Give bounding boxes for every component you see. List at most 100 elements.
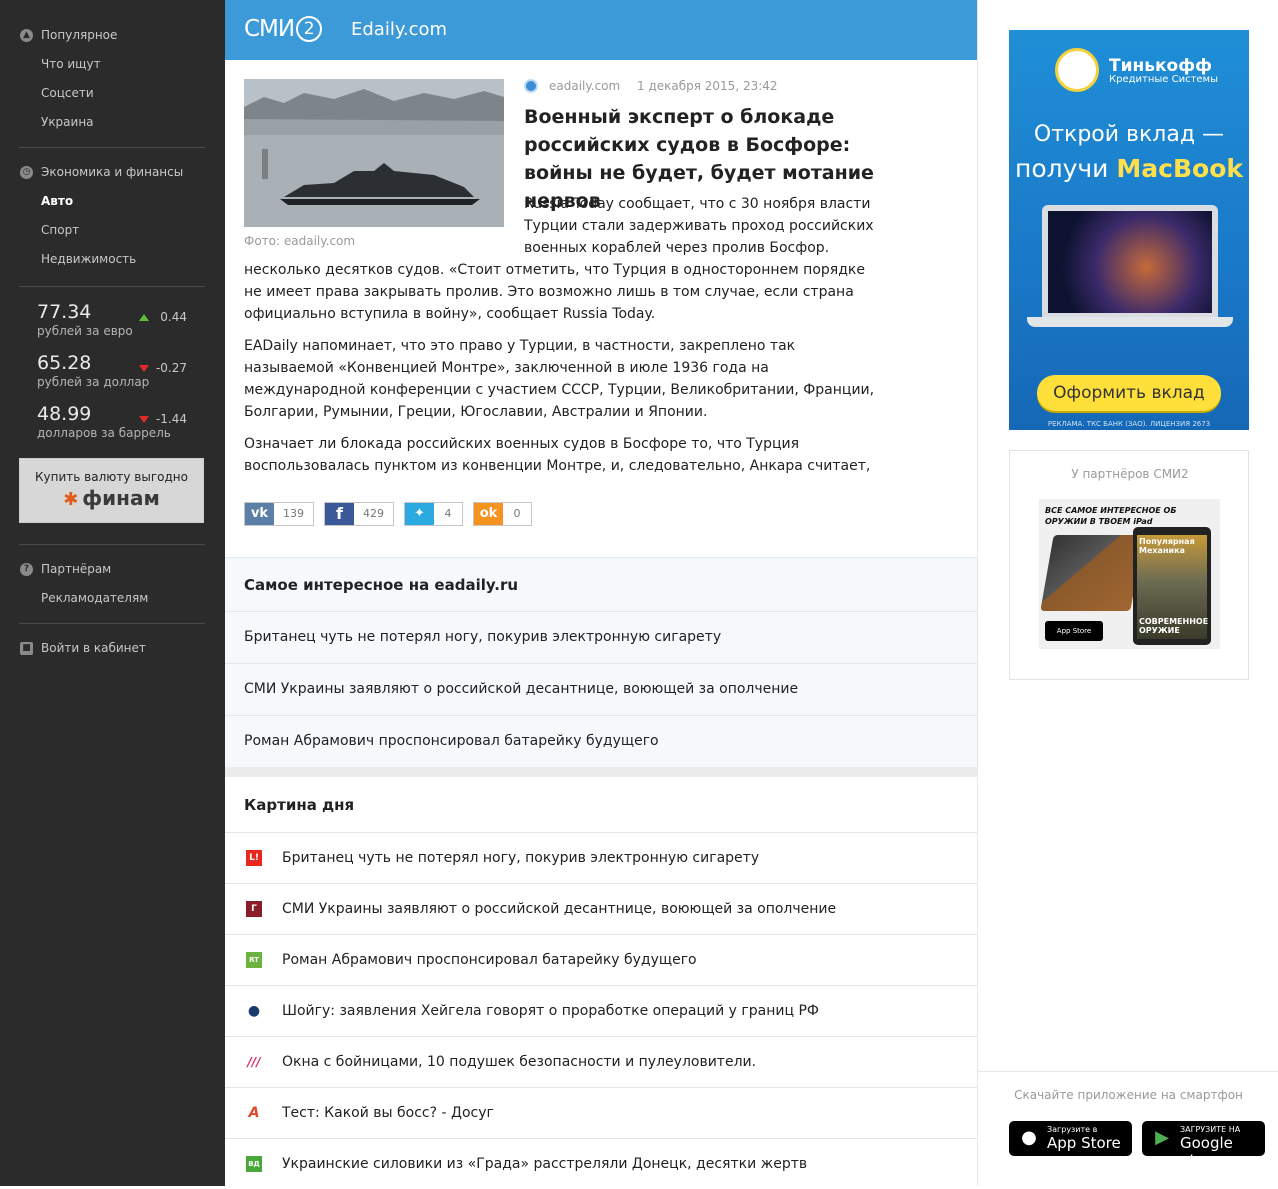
googleplay-button[interactable]: ▶ ЗАГРУЗИТЕ НА Google play xyxy=(1142,1121,1265,1170)
list-item[interactable]: RT Роман Абрамович проспонсировал батаре… xyxy=(225,934,977,985)
aif-logo-icon: А xyxy=(248,1105,260,1121)
share-facebook-button[interactable]: f 429 xyxy=(324,502,394,526)
sidebar-item-partners[interactable]: Партнёрам xyxy=(41,559,111,579)
finam-ad-button[interactable]: Купить валюту выгодно ✱ финам xyxy=(19,458,204,523)
sidebar-item-sport[interactable]: Спорт xyxy=(41,220,79,240)
list-item[interactable]: Г СМИ Украины заявляют о российской деса… xyxy=(225,883,977,934)
laptop-base xyxy=(1027,317,1233,327)
sidebar-item-auto[interactable]: Авто xyxy=(41,191,73,211)
vd-logo-icon: ВД xyxy=(246,1156,262,1172)
share-count: 429 xyxy=(363,507,384,520)
rate-change: -0.27 xyxy=(155,361,187,375)
article-date: 1 декабря 2015, 23:42 xyxy=(637,79,778,93)
question-icon: ? xyxy=(20,563,33,576)
list-item[interactable]: Британец чуть не потерял ногу, покурив э… xyxy=(225,611,977,663)
section-gap xyxy=(225,767,977,777)
rate-change: -1.44 xyxy=(155,412,187,426)
article-source[interactable]: eadaily.com xyxy=(549,79,620,93)
sidebar-item-popular[interactable]: Популярное xyxy=(41,25,117,45)
google-play-icon: ▶ xyxy=(1155,1127,1169,1148)
rate-oil: 48.99 долларов за баррель -1.44 xyxy=(37,403,207,441)
day-section: Картина дня L! Британец чуть не потерял … xyxy=(225,777,977,1186)
section-title: Картина дня xyxy=(244,796,355,814)
magazine-subtitle: СОВРЕМЕННОЕ ОРУЖИЕ xyxy=(1139,617,1209,635)
odnoklassniki-icon: ok xyxy=(474,503,503,525)
article-line: Турции стали задерживать проход российск… xyxy=(524,218,874,234)
sidebar-divider xyxy=(19,147,205,148)
sidebar-item-searches[interactable]: Что ищут xyxy=(41,54,101,74)
tinkoff-crest-icon xyxy=(1055,48,1099,92)
ad-headline-1: Открой вклад — xyxy=(1033,122,1225,147)
appstore-button[interactable]: ● Загрузите в App Store xyxy=(1009,1121,1132,1156)
finam-ad-text: Купить валюту выгодно xyxy=(35,470,188,484)
interesting-section: Самое интересное на eadaily.ru Британец … xyxy=(225,557,977,767)
sidebar-item-ukraine[interactable]: Украина xyxy=(41,112,94,132)
share-ok-button[interactable]: ok 0 xyxy=(473,502,532,526)
rate-change: 0.44 xyxy=(160,310,187,324)
photo-caption: Фото: eadaily.com xyxy=(244,234,356,248)
arrow-down-icon xyxy=(139,365,149,372)
list-item[interactable]: L! Британец чуть не потерял ногу, покури… xyxy=(225,832,977,883)
ad-license: РЕКЛАМА. ТКС БАНК (ЗАО). ЛИЦЕНЗИЯ 2673 xyxy=(1047,420,1211,428)
sidebar-divider xyxy=(19,623,205,624)
sidebar-item-realty[interactable]: Недвижимость xyxy=(41,249,136,269)
ad-headline: ВСЕ САМОЕ ИНТЕРЕСНОЕ ОБ ОРУЖИИ В ТВОЕМ i… xyxy=(1045,506,1177,526)
divider xyxy=(978,1071,1278,1072)
sidebar-item-social[interactable]: Соцсети xyxy=(41,83,94,103)
smi2-logo[interactable]: СМИ 2 xyxy=(244,16,323,42)
sidebar: ▲ Популярное Что ищут Соцсети Украина ◷ … xyxy=(0,0,225,1186)
vk-icon: vk xyxy=(245,503,274,525)
gazeta-logo-icon: Г xyxy=(246,901,262,917)
rate-euro: 77.34 рублей за евро 0.44 xyxy=(37,301,207,339)
partners-caption: У партнёров СМИ2 xyxy=(1071,467,1189,481)
fire-icon: ▲ xyxy=(20,29,33,42)
share-count: 139 xyxy=(283,507,304,520)
logo-text: СМИ xyxy=(244,16,295,42)
list-item-text: Роман Абрамович проспонсировал батарейку… xyxy=(282,952,697,968)
store-small-text: Загрузите в xyxy=(1047,1125,1098,1134)
sidebar-item-login[interactable]: Войти в кабинет xyxy=(41,638,146,658)
share-vk-button[interactable]: vk 139 xyxy=(244,502,314,526)
article-paragraph-2: EADaily напоминает, что это право у Турц… xyxy=(244,338,875,420)
list-item-text: Шойгу: заявления Хейгела говорят о прора… xyxy=(282,1003,819,1019)
lock-icon: ■ xyxy=(20,642,33,655)
weapons-magazine-ad[interactable]: ВСЕ САМОЕ ИНТЕРЕСНОЕ ОБ ОРУЖИИ В ТВОЕМ i… xyxy=(1039,499,1220,649)
list-item-text: Тест: Какой вы босс? - Досуг xyxy=(282,1105,494,1121)
site-name[interactable]: Edaily.com xyxy=(351,19,447,40)
tinkoff-ad-banner[interactable]: Тинькофф Кредитные Системы Открой вклад … xyxy=(1009,30,1249,430)
apps-caption: Скачайте приложение на смартфон xyxy=(1014,1088,1243,1102)
news-logo-icon: ● xyxy=(247,1003,261,1019)
article-line: Russia Today сообщает, что с 30 ноября в… xyxy=(524,196,871,212)
laptop-image xyxy=(1042,205,1218,317)
appstore-badge: App Store xyxy=(1045,621,1103,641)
sidebar-divider xyxy=(19,544,205,545)
store-big-text: App Store xyxy=(1047,1134,1121,1152)
clock-icon: ◷ xyxy=(20,166,33,179)
article-line: военных кораблей через пролив Босфор. xyxy=(524,240,830,256)
list-item[interactable]: ВД Украинские силовики из «Града» расстр… xyxy=(225,1138,977,1189)
list-item[interactable]: ● Шойгу: заявления Хейгела говорят о про… xyxy=(225,985,977,1036)
rate-dollar: 65.28 рублей за доллар -0.27 xyxy=(37,352,207,390)
right-column: Тинькофф Кредитные Системы Открой вклад … xyxy=(977,0,1278,1186)
main-content: СМИ 2 Edaily.com Фото: eadaily.com eadail… xyxy=(225,0,977,1186)
rate-label: рублей за евро xyxy=(37,324,133,338)
list-item[interactable]: Роман Абрамович проспонсировал батарейку… xyxy=(225,715,977,767)
share-count: 4 xyxy=(444,507,452,520)
partners-block: У партнёров СМИ2 ВСЕ САМОЕ ИНТЕРЕСНОЕ ОБ… xyxy=(1009,450,1249,680)
list-item[interactable]: А Тест: Какой вы босс? - Досуг xyxy=(225,1087,977,1138)
arrow-up-icon xyxy=(139,314,149,321)
ad-cta-button[interactable]: Оформить вклад xyxy=(1037,375,1221,411)
sidebar-item-advertisers[interactable]: Рекламодателям xyxy=(41,588,148,608)
sidebar-item-economy[interactable]: Экономика и финансы xyxy=(41,162,183,182)
ad-headline-2-pre: получи xyxy=(1015,154,1117,183)
article-paragraph-3: Означает ли блокада российских военных с… xyxy=(244,436,871,474)
list-item-text: Окна с бойницами, 10 подушек безопасност… xyxy=(282,1054,757,1070)
twitter-icon: ✦ xyxy=(405,503,434,525)
share-twitter-button[interactable]: ✦ 4 xyxy=(404,502,463,526)
article-paragraph-1-top: Russia Today сообщает, что с 30 ноября в… xyxy=(524,193,904,259)
list-item-text: Британец чуть не потерял ногу, покурив э… xyxy=(282,850,760,866)
list-item[interactable]: /// Окна с бойницами, 10 подушек безопас… xyxy=(225,1036,977,1087)
section-title: Самое интересное на eadaily.ru xyxy=(244,576,519,594)
list-item[interactable]: СМИ Украины заявляют о российской десант… xyxy=(225,663,977,715)
rate-label: рублей за доллар xyxy=(37,375,150,389)
